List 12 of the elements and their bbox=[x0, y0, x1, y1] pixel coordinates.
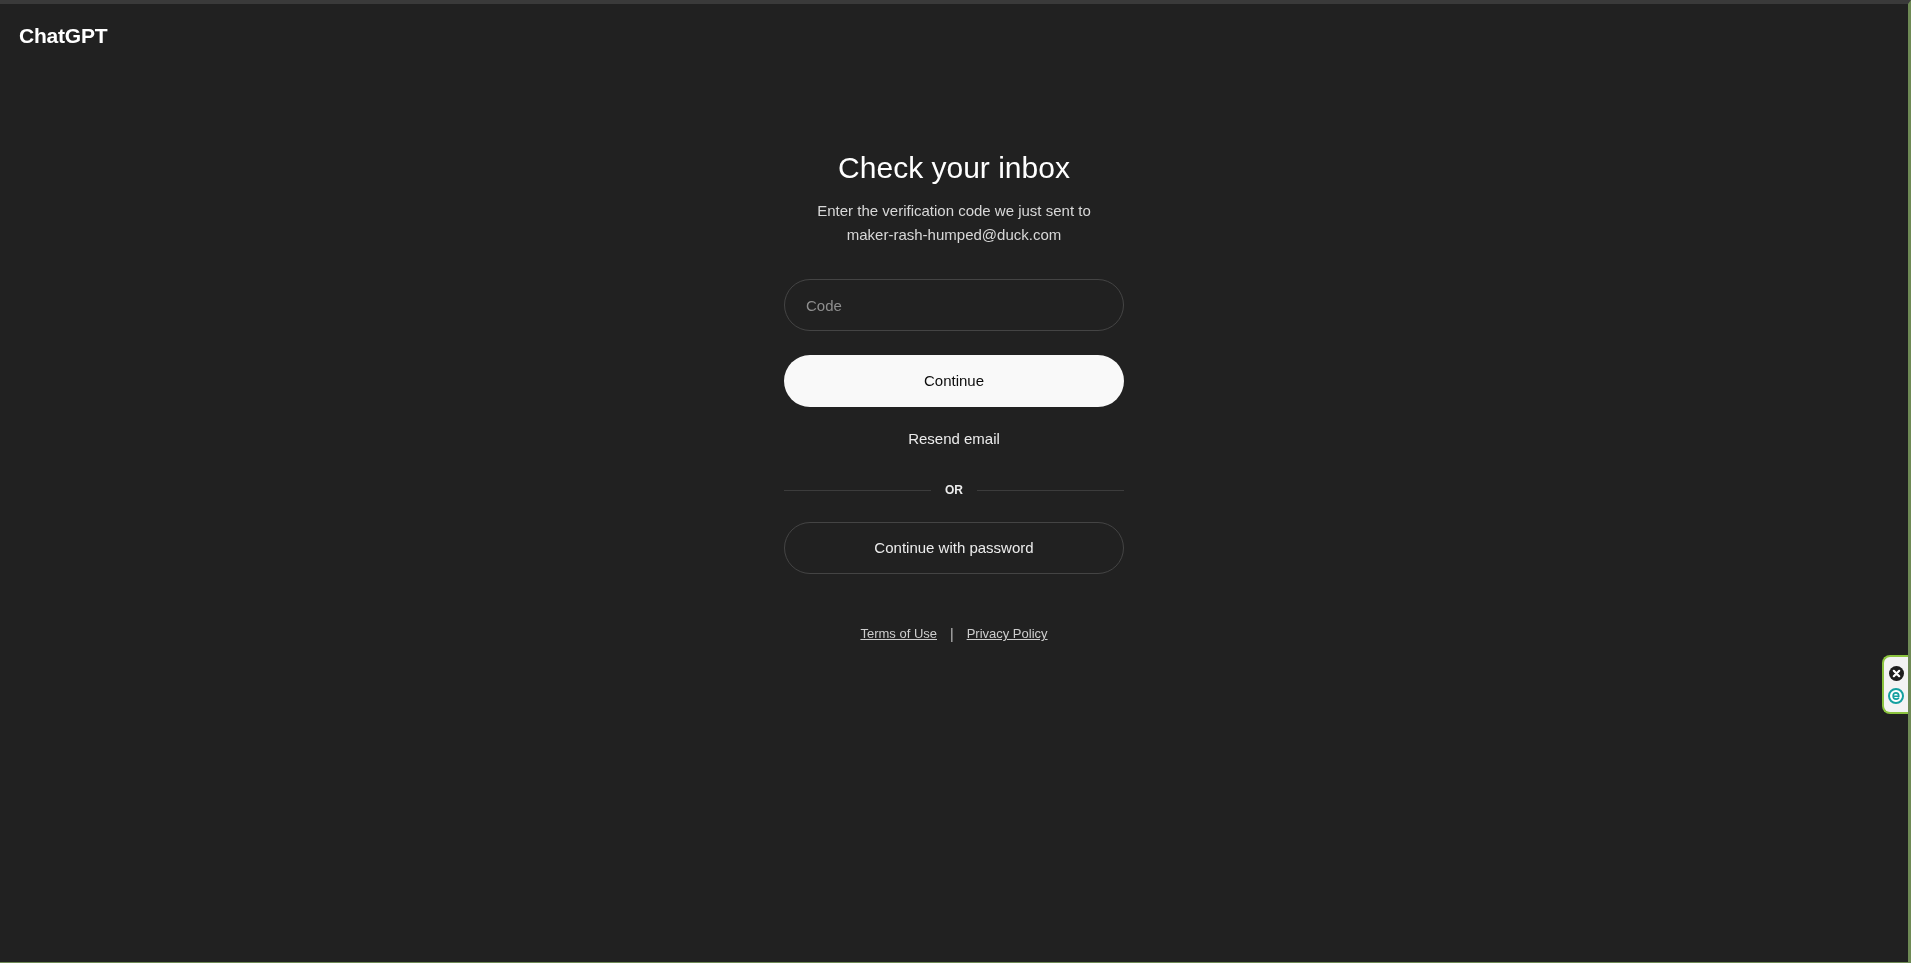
continue-button[interactable]: Continue bbox=[784, 355, 1124, 407]
logo-text: ChatGPT bbox=[19, 23, 108, 49]
terms-of-use-link[interactable]: Terms of Use bbox=[860, 624, 937, 644]
close-icon[interactable] bbox=[1888, 665, 1904, 681]
code-input-field[interactable]: Code bbox=[784, 279, 1124, 331]
divider-label: OR bbox=[944, 482, 964, 499]
page-title: Check your inbox bbox=[838, 150, 1070, 186]
instruction-text: Enter the verification code we just sent to maker-rash-humped@duck.com bbox=[816, 201, 1092, 245]
separator-text: | bbox=[950, 625, 954, 644]
privacy-policy-link[interactable]: Privacy Policy bbox=[966, 624, 1048, 644]
resend-email-link[interactable]: Resend email bbox=[904, 427, 1004, 451]
letter-e-icon[interactable] bbox=[1888, 687, 1904, 704]
